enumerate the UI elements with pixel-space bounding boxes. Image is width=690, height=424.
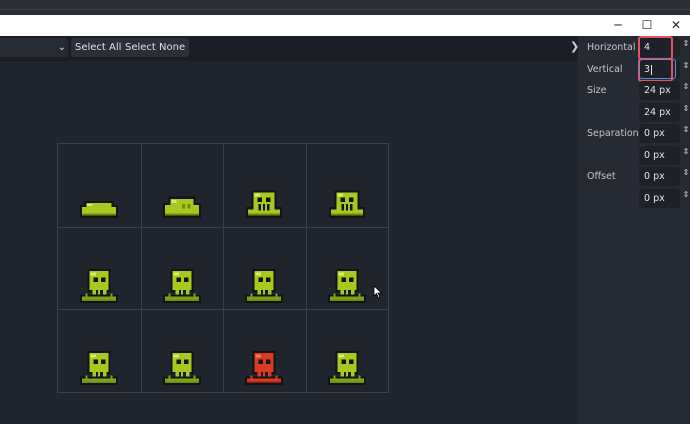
select-none-button[interactable]: Select None [121,38,190,57]
separation-x-spin-icon[interactable]: ⇕ [682,126,690,134]
separation-y-spin-icon[interactable]: ⇕ [682,148,690,156]
slime-drip-sprite-icon [245,269,283,303]
slime-red-sprite-icon [245,351,283,385]
separation-label: Separation [587,128,639,139]
slime-skull-sprite-icon [246,190,282,218]
horizontal-spin-icon[interactable]: ⇕ [682,40,690,48]
chevron-down-icon: ⌄ [57,42,66,53]
frame-grid [57,143,389,393]
slime-small-sprite-icon [163,196,201,218]
select-all-button[interactable]: Select All [71,38,126,57]
horizontal-label: Horizontal [587,42,636,53]
toolbar: ⌄ Select All Select None [0,36,578,61]
horizontal-highlight [638,36,673,60]
filter-dropdown[interactable]: ⌄ [0,38,68,57]
sprite-canvas[interactable] [0,61,578,424]
sprite-frame-cell[interactable] [306,144,388,226]
sprite-frame-cell[interactable] [58,309,140,391]
maximize-button[interactable]: ☐ [632,15,662,36]
vertical-label: Vertical [587,64,623,75]
vertical-focus-ring [639,59,676,79]
slime-drip-sprite-icon [80,269,118,303]
offset-label: Offset [587,171,616,182]
slime-drip-sprite-icon [80,351,118,385]
vertical-spin-icon[interactable]: ⇕ [682,62,690,70]
slime-drip-sprite-icon [328,351,366,385]
collapse-panel-icon[interactable]: ❯ [570,40,579,53]
offset-x-field[interactable]: 0 px [639,167,680,186]
sprite-frame-cell[interactable] [306,309,388,391]
close-button[interactable]: ✕ [661,15,690,36]
background-editor-strip [0,0,690,15]
inspector-panel: ❯ Horizontal 4 ⇕ Vertical 3 ⇕ Size 24 px… [570,36,690,424]
slime-drip-sprite-icon [328,269,366,303]
sprite-frame-cell[interactable] [141,227,223,309]
sprite-frame-cell[interactable] [58,227,140,309]
slime-flat-sprite-icon [80,200,118,218]
sprite-frame-cell[interactable] [223,227,305,309]
size-y-field[interactable]: 24 px [639,103,680,122]
minimize-button[interactable]: ─ [603,15,633,36]
separation-y-field[interactable]: 0 px [639,146,680,165]
slime-drip-sprite-icon [163,351,201,385]
sprite-frame-cell[interactable] [141,144,223,226]
sprite-frame-cell[interactable] [141,309,223,391]
slime-skull-sprite-icon [329,190,365,218]
sprite-frame-cell[interactable] [223,144,305,226]
offset-y-field[interactable]: 0 px [639,189,680,208]
dialog-titlebar: ─ ☐ ✕ [0,15,690,36]
slime-drip-sprite-icon [163,269,201,303]
separation-x-field[interactable]: 0 px [639,124,680,143]
size-x-spin-icon[interactable]: ⇕ [682,83,690,91]
size-label: Size [587,85,607,96]
offset-y-spin-icon[interactable]: ⇕ [682,191,690,199]
size-y-spin-icon[interactable]: ⇕ [682,105,690,113]
offset-x-spin-icon[interactable]: ⇕ [682,169,690,177]
mouse-cursor-icon [373,285,383,299]
sprite-frame-cell[interactable] [223,309,305,391]
sprite-frame-cell[interactable] [58,144,140,226]
size-x-field[interactable]: 24 px [639,81,680,100]
